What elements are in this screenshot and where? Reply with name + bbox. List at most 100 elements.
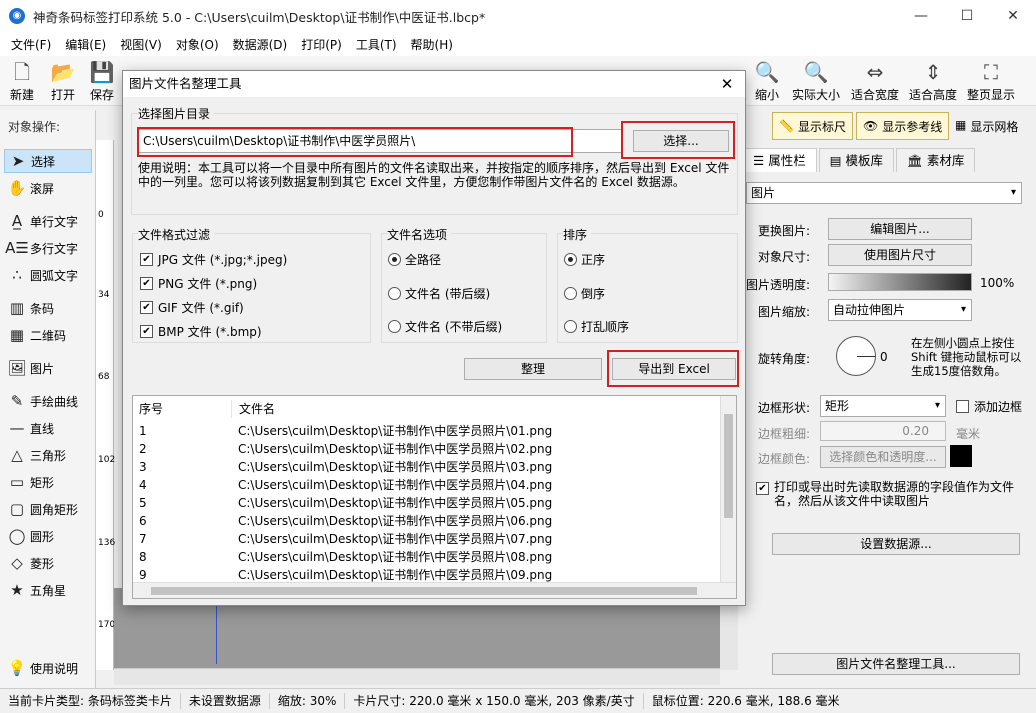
app-logo-icon: ◉ (9, 8, 25, 24)
scale-select[interactable]: 自动拉伸图片 (828, 299, 972, 321)
column-name-header[interactable]: 文件名 (231, 400, 275, 418)
tool-diamond[interactable]: ◇ 菱形 (4, 551, 92, 575)
file-list-table[interactable]: 序号 文件名 1 C:\Users\cuilm\Desktop\证书制作\中医学员… (132, 395, 737, 599)
organize-button[interactable]: 整理 (464, 358, 602, 380)
new-file-icon: 🗋 (13, 60, 31, 84)
tool-circle[interactable]: ◯ 圆形 (4, 524, 92, 548)
tab-materials[interactable]: 🏛 素材库 (896, 148, 976, 172)
name-without-ext-radio[interactable]: 文件名 (不带后缀) (388, 318, 502, 335)
status-card-type[interactable]: 当前卡片类型: 条码标签类卡片 (0, 693, 181, 709)
line-icon: — (9, 419, 25, 437)
tool-select[interactable]: ➤ 选择 (4, 149, 92, 173)
rotation-dial[interactable] (836, 336, 876, 376)
sort-descending-radio[interactable]: 倒序 (564, 285, 605, 302)
ruler-icon: 📏 (779, 119, 794, 133)
save-button[interactable]: 💾 保存 (80, 60, 124, 103)
tool-triangle[interactable]: △ 三角形 (4, 443, 92, 467)
name-full-path-radio[interactable]: 全路径 (388, 251, 441, 268)
show-guides-toggle[interactable]: 👁 显示参考线 (856, 112, 950, 140)
tool-line[interactable]: — 直线 (4, 416, 92, 440)
table-row[interactable]: 2 C:\Users\cuilm\Desktop\证书制作\中医学员照片\02.p… (133, 440, 723, 458)
menu-tools[interactable]: 工具(T) (349, 36, 404, 53)
tool-image[interactable]: 🖼 图片 (4, 356, 92, 380)
table-row[interactable]: 3 C:\Users\cuilm\Desktop\证书制作\中医学员照片\03.p… (133, 458, 723, 476)
tool-rectangle[interactable]: ▭ 矩形 (4, 470, 92, 494)
show-ruler-toggle[interactable]: 📏 显示标尺 (772, 112, 853, 140)
list-horizontal-scrollbar[interactable] (133, 582, 736, 598)
use-image-size-button[interactable]: 使用图片尺寸 (828, 244, 972, 266)
dialog-close-button[interactable]: ✕ (715, 71, 739, 97)
help-button[interactable]: 💡 使用说明 (4, 656, 92, 680)
zoom-out-button[interactable]: 🔍 缩小 (745, 60, 789, 103)
border-color-button[interactable]: 选择颜色和透明度... (820, 446, 946, 468)
column-index-header[interactable]: 序号 (133, 400, 231, 418)
table-row[interactable]: 6 C:\Users\cuilm\Desktop\证书制作\中医学员照片\06.p… (133, 512, 723, 530)
menu-object[interactable]: 对象(O) (169, 36, 226, 53)
opacity-slider[interactable] (828, 273, 972, 291)
fit-width-button[interactable]: ⇔ 适合宽度 (847, 60, 903, 103)
print-read-datasource-checkbox[interactable]: ✔ 打印或导出时先读取数据源的字段值作为文件名，然后从该文件中读取图片 (756, 480, 1026, 508)
rotate-value: 0 (880, 350, 888, 364)
tab-templates[interactable]: ▤ 模板库 (818, 148, 895, 172)
fit-height-button[interactable]: ⇕ 适合高度 (905, 60, 961, 103)
table-row[interactable]: 7 C:\Users\cuilm\Desktop\证书制作\中医学员照片\07.p… (133, 530, 723, 548)
table-row[interactable]: 4 C:\Users\cuilm\Desktop\证书制作\中医学员照片\04.p… (133, 476, 723, 494)
tool-star[interactable]: ★ 五角星 (4, 578, 92, 602)
new-button[interactable]: 🗋 新建 (0, 60, 44, 103)
full-page-button[interactable]: ⛶ 整页显示 (963, 60, 1019, 103)
sort-ascending-radio[interactable]: 正序 (564, 251, 605, 268)
tool-multi-line-text[interactable]: A☰ 多行文字 (4, 236, 92, 260)
menu-file[interactable]: 文件(F) (4, 36, 58, 53)
tool-freehand[interactable]: ✎ 手绘曲线 (4, 389, 92, 413)
menu-datasource[interactable]: 数据源(D) (226, 36, 295, 53)
filter-jpg-checkbox[interactable]: ✔ JPG 文件 (*.jpg;*.jpeg) (140, 251, 287, 268)
horizontal-scrollbar[interactable] (114, 668, 720, 685)
actual-size-button[interactable]: 🔍 实际大小 (788, 60, 844, 103)
instructions-text: 使用说明：本工具可以将一个目录中所有图片的文件名读取出来，并按指定的顺序排序，然… (138, 161, 730, 189)
border-color-swatch[interactable] (950, 445, 972, 467)
sort-shuffle-radio[interactable]: 打乱顺序 (564, 318, 629, 335)
tool-single-line-text[interactable]: A̲ 单行文字 (4, 209, 92, 233)
fit-height-icon: ⇕ (924, 60, 942, 84)
object-type-select[interactable]: 图片 (746, 182, 1022, 204)
tool-scroll[interactable]: ✋ 滚屏 (4, 176, 92, 200)
triangle-icon: △ (11, 446, 23, 464)
table-row[interactable]: 1 C:\Users\cuilm\Desktop\证书制作\中医学员照片\01.p… (133, 422, 723, 440)
border-shape-label: 边框形状: (758, 401, 811, 415)
set-datasource-button[interactable]: 设置数据源... (772, 533, 1020, 555)
filter-bmp-checkbox[interactable]: ✔ BMP 文件 (*.bmp) (140, 323, 262, 340)
menu-view[interactable]: 视图(V) (113, 36, 169, 53)
maximize-button[interactable]: ☐ (944, 0, 990, 32)
border-width-input[interactable]: 0.20 (820, 421, 946, 441)
tool-barcode[interactable]: ▥ 条码 (4, 296, 92, 320)
filter-gif-checkbox[interactable]: ✔ GIF 文件 (*.gif) (140, 299, 244, 316)
show-grid-toggle[interactable]: ▦ 显示网格 (955, 118, 1018, 135)
open-button[interactable]: 📂 打开 (41, 60, 85, 103)
list-vertical-scrollbar[interactable] (720, 396, 736, 582)
table-row[interactable]: 8 C:\Users\cuilm\Desktop\证书制作\中医学员照片\08.p… (133, 548, 723, 566)
minimize-button[interactable]: — (898, 0, 944, 32)
add-border-checkbox[interactable]: 添加边框 (956, 398, 1022, 415)
name-with-ext-radio[interactable]: 文件名 (带后缀) (388, 285, 490, 302)
template-icon: ▤ (829, 153, 846, 168)
status-bar: 当前卡片类型: 条码标签类卡片 未设置数据源 缩放: 30% 卡片尺寸: 220… (0, 688, 1036, 713)
object-size-label: 对象尺寸: (758, 250, 811, 264)
tool-rounded-rectangle[interactable]: ▢ 圆角矩形 (4, 497, 92, 521)
table-row[interactable]: 5 C:\Users\cuilm\Desktop\证书制作\中医学员照片\05.p… (133, 494, 723, 512)
menu-print[interactable]: 打印(P) (294, 36, 349, 53)
tool-qrcode[interactable]: ▦ 二维码 (4, 323, 92, 347)
tool-arc-text[interactable]: ∴ 圆弧文字 (4, 263, 92, 287)
filename-organizer-button[interactable]: 图片文件名整理工具... (772, 653, 1020, 675)
close-window-button[interactable]: ✕ (990, 0, 1036, 32)
filter-png-checkbox[interactable]: ✔ PNG 文件 (*.png) (140, 275, 257, 292)
tab-properties[interactable]: ☰ 属性栏 (742, 148, 817, 172)
edit-image-button[interactable]: 编辑图片... (828, 218, 972, 240)
status-datasource: 未设置数据源 (181, 693, 270, 709)
change-image-label: 更换图片: (758, 224, 811, 238)
border-shape-select[interactable]: 矩形 (820, 395, 946, 417)
vertical-ruler: 0 34 68 102 136 170 (96, 140, 115, 670)
menu-help[interactable]: 帮助(H) (404, 36, 460, 53)
properties-icon: ☰ (753, 153, 769, 168)
title-bar: ◉ 神奇条码标签打印系统 5.0 - C:\Users\cuilm\Deskto… (0, 0, 1036, 32)
menu-edit[interactable]: 编辑(E) (58, 36, 113, 53)
